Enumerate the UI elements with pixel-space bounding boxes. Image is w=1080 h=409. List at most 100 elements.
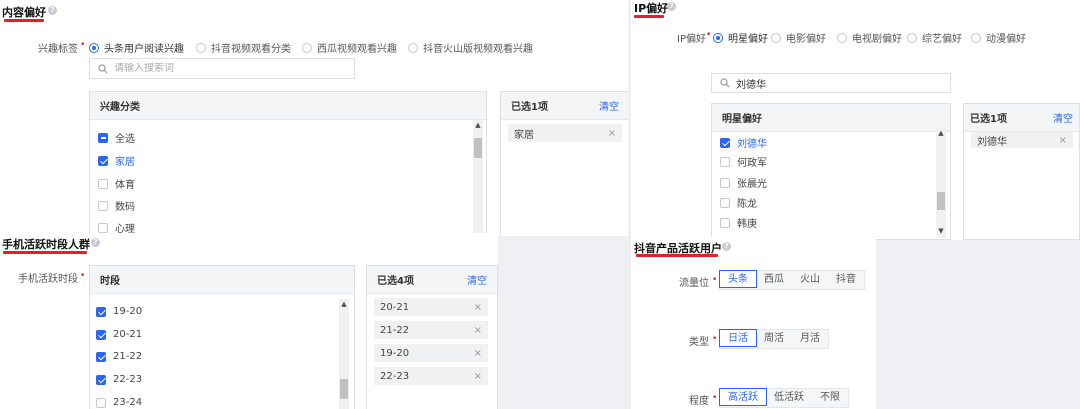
clear-button[interactable]: 清空	[599, 98, 619, 113]
check-label: 22-23	[113, 374, 143, 385]
traffic-slot-segmented[interactable]: 头条 西瓜 火山 抖音	[719, 270, 865, 290]
checkbox[interactable]	[720, 177, 730, 188]
check-hezhengjun[interactable]: 何政军	[720, 154, 767, 169]
radio-button[interactable]	[907, 32, 917, 43]
help-icon[interactable]: ?	[91, 238, 100, 247]
checkbox[interactable]	[96, 306, 106, 317]
scroll-up-arrow[interactable]: ▲	[339, 299, 349, 309]
checkbox[interactable]	[98, 222, 108, 233]
checkbox[interactable]	[720, 137, 730, 148]
radio-label: 头条用户阅读兴趣	[104, 44, 184, 55]
checkbox[interactable]	[96, 351, 106, 362]
tag-label: 家居	[514, 129, 534, 141]
scroll-down-arrow[interactable]: ▼	[936, 226, 946, 236]
traffic-slot-label: 流量位	[679, 278, 709, 289]
close-icon[interactable]: ×	[474, 348, 482, 359]
type-segmented[interactable]: 日活 周活 月活	[719, 329, 829, 349]
seg-option-douyin[interactable]: 抖音	[828, 271, 864, 289]
check-20-21[interactable]: 20-21	[96, 329, 142, 340]
interest-search-box[interactable]	[89, 58, 355, 79]
radio-movie-pref[interactable]: 电影偏好	[771, 30, 826, 45]
help-icon[interactable]: ?	[667, 2, 676, 11]
title-underline	[634, 15, 664, 18]
checkbox[interactable]	[96, 397, 106, 408]
radio-tv-pref[interactable]: 电视剧偏好	[837, 30, 902, 45]
check-liudehua[interactable]: 刘德华	[720, 135, 767, 150]
checkbox[interactable]	[98, 132, 108, 143]
radio-button[interactable]	[408, 42, 418, 53]
radio-button[interactable]	[89, 42, 99, 53]
seg-option-low-active[interactable]: 低活跃	[766, 389, 812, 407]
clear-button[interactable]: 清空	[467, 272, 487, 287]
help-icon[interactable]: ?	[48, 6, 57, 15]
scroll-thumb[interactable]	[937, 192, 945, 210]
close-icon[interactable]: ×	[608, 128, 616, 139]
seg-option-huoshan[interactable]: 火山	[792, 271, 828, 289]
scroll-up-arrow[interactable]: ▲	[936, 128, 946, 138]
radio-variety-pref[interactable]: 综艺偏好	[907, 30, 962, 45]
checkbox[interactable]	[96, 329, 106, 340]
star-search-input[interactable]	[736, 77, 920, 89]
radio-huoshan-interest[interactable]: 抖音火山版视频观看兴趣	[408, 40, 533, 55]
check-zhangchenguang[interactable]: 张晨光	[720, 175, 767, 190]
check-19-20[interactable]: 19-20	[96, 306, 142, 317]
checkbox[interactable]	[98, 155, 108, 166]
check-tiyu[interactable]: 体育	[98, 176, 135, 191]
checkbox[interactable]	[720, 156, 730, 167]
check-jiaju[interactable]: 家居	[98, 153, 135, 168]
radio-button[interactable]	[302, 42, 312, 53]
active-time-panel: 手机活跃时段人群 ? 手机活跃时段 • 时段 19-20 20-21 21-22…	[0, 233, 498, 409]
close-icon[interactable]: ×	[1059, 135, 1067, 146]
checkbox[interactable]	[720, 197, 730, 208]
scroll-thumb[interactable]	[340, 379, 348, 399]
scroll-thumb[interactable]	[474, 138, 482, 158]
radio-button[interactable]	[971, 32, 981, 43]
interest-search-input[interactable]	[114, 63, 319, 74]
check-shuma[interactable]: 数码	[98, 198, 135, 213]
check-hangeng[interactable]: 韩庚	[720, 215, 757, 230]
radio-anime-pref[interactable]: 动漫偏好	[971, 30, 1026, 45]
search-icon	[720, 78, 730, 88]
check-label: 全选	[115, 134, 135, 145]
list-scrollbar[interactable]: ▲ ▼	[936, 128, 946, 238]
ip-pref-title: IP偏好	[634, 2, 669, 15]
radio-button[interactable]	[196, 42, 206, 53]
degree-segmented[interactable]: 高活跃 低活跃 不限	[719, 388, 849, 408]
checkbox[interactable]	[98, 200, 108, 211]
ip-pref-label: IP偏好	[677, 34, 706, 45]
radio-button[interactable]	[713, 32, 723, 43]
list-scrollbar[interactable]: ▲	[339, 299, 349, 409]
close-icon[interactable]: ×	[474, 302, 482, 313]
check-chenlong[interactable]: 陈龙	[720, 195, 757, 210]
radio-toutiao-interest[interactable]: 头条用户阅读兴趣	[89, 40, 184, 55]
seg-option-toutiao[interactable]: 头条	[719, 270, 757, 288]
checkbox[interactable]	[96, 374, 106, 385]
list-header-label: 时段	[100, 276, 120, 287]
check-21-22[interactable]: 21-22	[96, 351, 142, 362]
list-scrollbar[interactable]: ▲	[473, 120, 483, 236]
star-search-box[interactable]	[711, 73, 951, 93]
check-23-24[interactable]: 23-24	[96, 397, 142, 408]
list-header-label: 兴趣分类	[100, 102, 140, 113]
seg-option-monthly[interactable]: 月活	[792, 330, 828, 348]
clear-button[interactable]: 清空	[1053, 110, 1073, 125]
radio-douyin-category[interactable]: 抖音视频观看分类	[196, 40, 291, 55]
radio-star-pref[interactable]: 明星偏好	[713, 30, 768, 45]
seg-option-unlimited[interactable]: 不限	[812, 389, 848, 407]
close-icon[interactable]: ×	[474, 371, 482, 382]
scroll-up-arrow[interactable]: ▲	[473, 120, 483, 130]
seg-option-weekly[interactable]: 周活	[756, 330, 792, 348]
checkbox[interactable]	[98, 178, 108, 189]
radio-xigua-interest[interactable]: 西瓜视频观看兴趣	[302, 40, 397, 55]
seg-option-xigua[interactable]: 西瓜	[756, 271, 792, 289]
help-icon[interactable]: ?	[722, 242, 731, 251]
selected-count: 已选1项	[970, 114, 1007, 125]
radio-button[interactable]	[837, 32, 847, 43]
check-select-all[interactable]: 全选	[98, 130, 135, 145]
seg-option-daily[interactable]: 日活	[719, 329, 757, 347]
check-22-23[interactable]: 22-23	[96, 374, 142, 385]
checkbox[interactable]	[720, 217, 730, 228]
close-icon[interactable]: ×	[474, 325, 482, 336]
seg-option-high-active[interactable]: 高活跃	[719, 388, 767, 406]
radio-button[interactable]	[771, 32, 781, 43]
